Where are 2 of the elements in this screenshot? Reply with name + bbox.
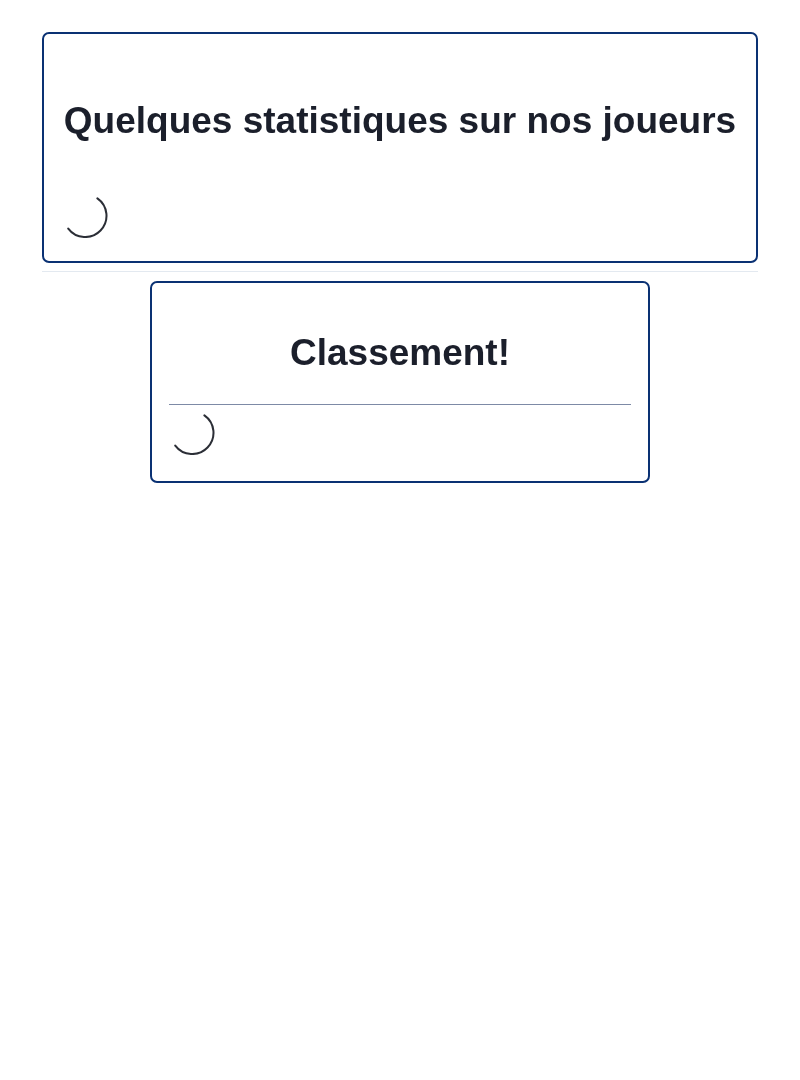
card-title: Quelques statistiques sur nos joueurs xyxy=(62,99,738,143)
card-title: Classement! xyxy=(289,331,511,375)
